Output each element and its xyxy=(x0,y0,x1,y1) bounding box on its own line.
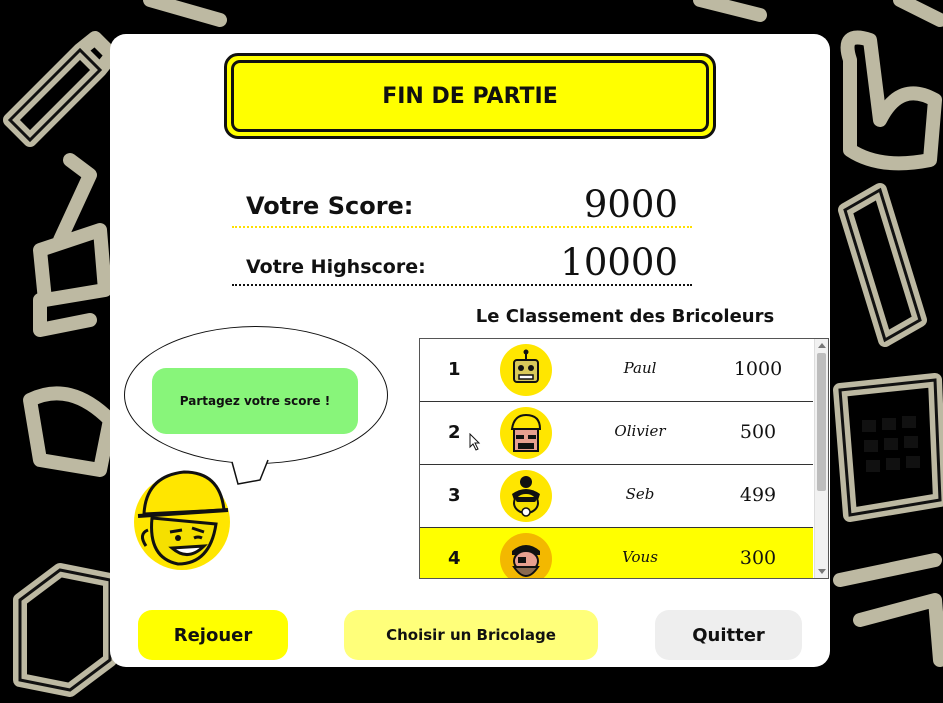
share-score-button[interactable]: Partagez votre score ! xyxy=(152,368,358,434)
clamp-icon xyxy=(833,553,943,667)
highscore-row: Votre Highscore: 10000 xyxy=(232,238,692,286)
rank: 2 xyxy=(448,422,461,443)
mouse-cursor-icon xyxy=(469,433,481,451)
leaderboard-table: 1 Paul 1000 2 Olivier 500 3 Seb 499 4 Vo… xyxy=(419,338,829,579)
player-score: 499 xyxy=(739,484,777,506)
pirate-avatar-icon xyxy=(500,533,552,578)
score-label: Votre Score: xyxy=(246,192,414,220)
score-row: Votre Score: 9000 xyxy=(232,182,692,228)
highscore-label: Votre Highscore: xyxy=(246,256,426,278)
rank: 4 xyxy=(448,548,461,569)
replay-button[interactable]: Rejouer xyxy=(138,610,288,660)
scroll-down-icon[interactable] xyxy=(818,569,826,574)
leaderboard-scrollbar[interactable] xyxy=(814,339,828,578)
choose-project-button[interactable]: Choisir un Bricolage xyxy=(344,610,598,660)
builder-avatar-icon xyxy=(500,407,552,459)
highscore-value: 10000 xyxy=(560,241,678,284)
leaderboard-title: Le Classement des Bricoleurs xyxy=(475,306,775,327)
score-value: 9000 xyxy=(583,183,678,226)
robot-avatar-icon xyxy=(500,344,552,396)
heart-icon xyxy=(840,30,942,171)
hammer-icon xyxy=(143,0,943,27)
leaderboard-row: 1 Paul 1000 xyxy=(420,339,813,402)
ruler-icon xyxy=(838,183,927,347)
player-name: Olivier xyxy=(614,422,666,440)
rank: 1 xyxy=(448,359,461,380)
scrollbar-thumb[interactable] xyxy=(817,353,826,491)
page-title: FIN DE PARTIE xyxy=(231,60,709,132)
player-score: 1000 xyxy=(733,358,783,380)
helmet-icon xyxy=(23,386,117,477)
leaderboard-row: 3 Seb 499 xyxy=(420,465,813,528)
player-score: 300 xyxy=(739,547,777,569)
title-banner: FIN DE PARTIE xyxy=(224,53,716,139)
builder-mascot-icon xyxy=(134,470,230,570)
player-name: Seb xyxy=(625,485,655,503)
game-over-modal: FIN DE PARTIE Votre Score: 9000 Votre Hi… xyxy=(110,34,830,667)
bun-hair-avatar-icon xyxy=(500,470,552,522)
quit-button[interactable]: Quitter xyxy=(655,610,802,660)
player-score: 500 xyxy=(739,421,777,443)
leaderboard-row-current-player: 4 Vous 300 xyxy=(420,528,813,578)
trowel-icon xyxy=(33,153,112,307)
speech-bubble-tail xyxy=(231,459,269,485)
pencil-icon xyxy=(3,31,119,147)
scroll-up-icon[interactable] xyxy=(818,343,826,348)
player-name: Vous xyxy=(622,548,658,566)
player-name: Paul xyxy=(623,359,657,377)
rank: 3 xyxy=(448,485,461,506)
